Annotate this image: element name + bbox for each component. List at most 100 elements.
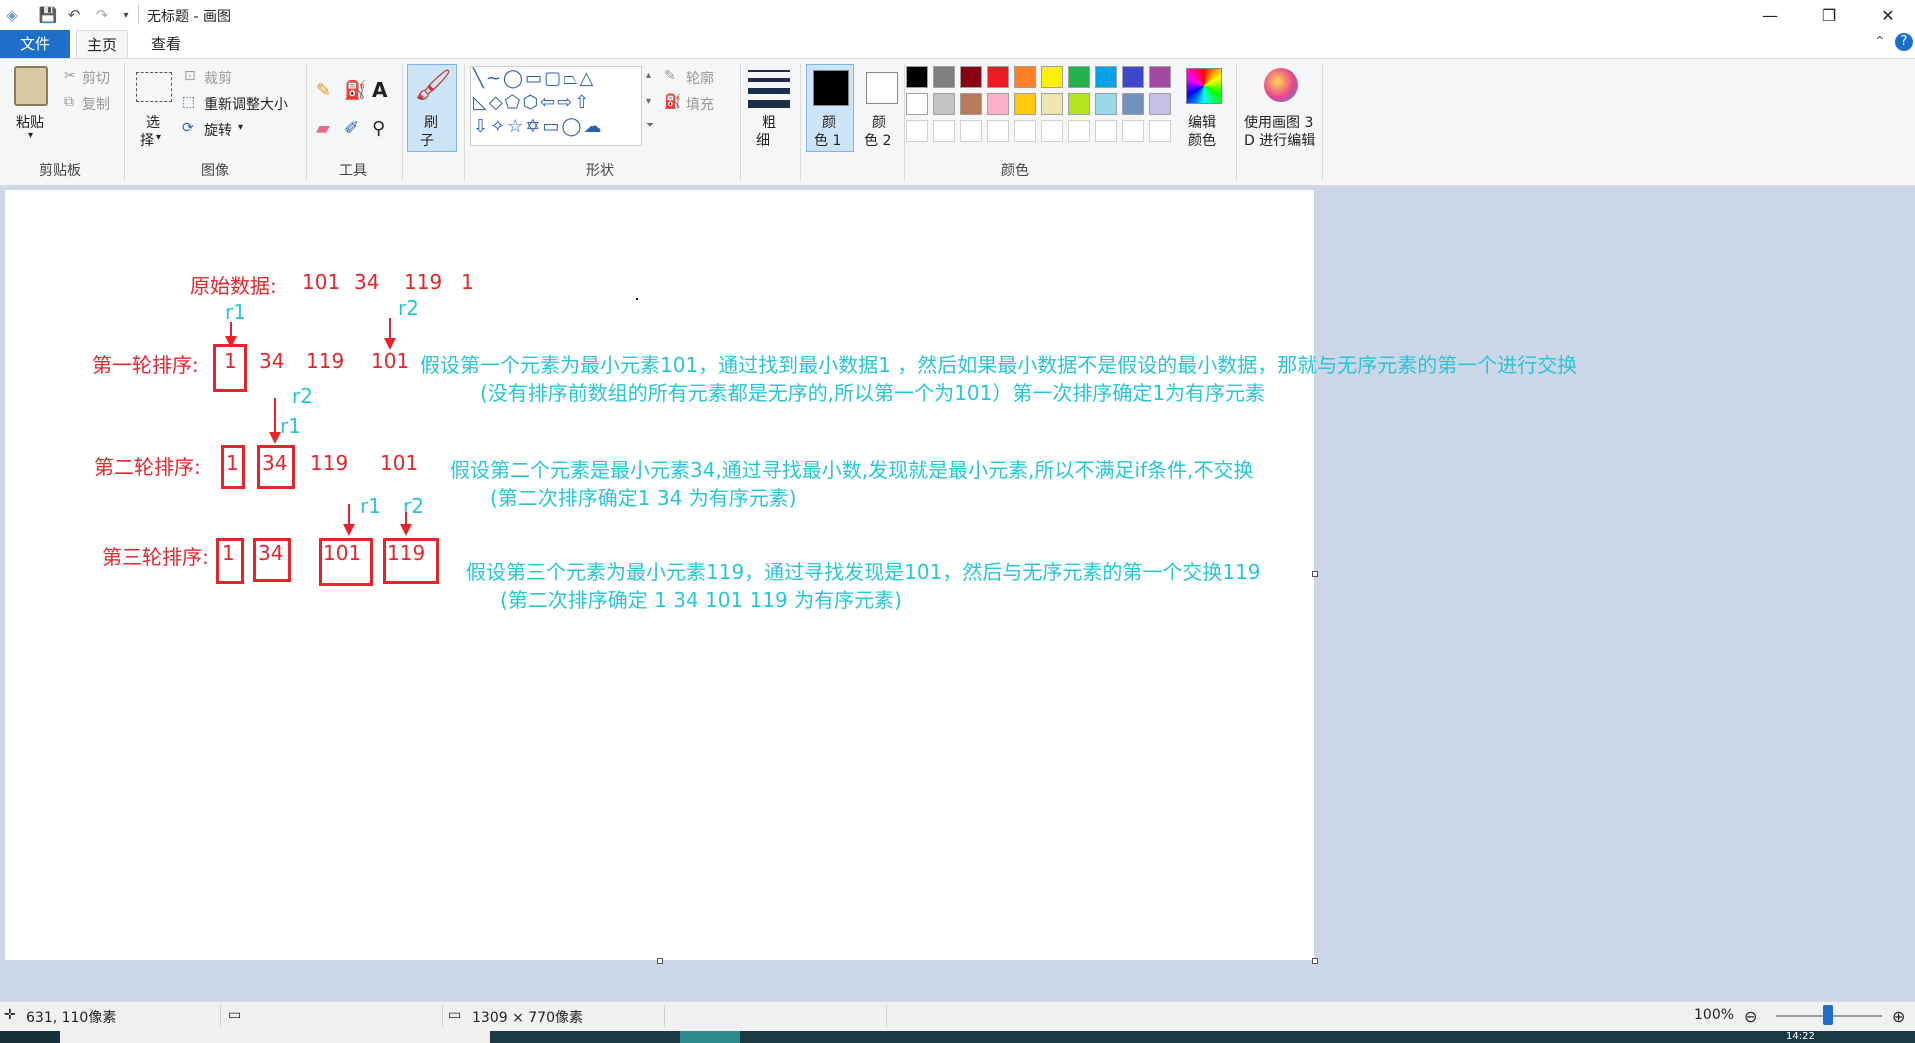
maximize-button[interactable]: ❐ [1806,0,1852,30]
palette-color-swatch[interactable] [1122,66,1144,88]
palette-custom-swatch[interactable] [1095,120,1117,142]
customize-quick-access-icon[interactable]: ▾ [116,5,136,25]
palette-color-swatch[interactable] [1068,93,1090,115]
r2-arrow-head [400,524,412,536]
palette-color-swatch[interactable] [960,66,982,88]
palette-color-swatch[interactable] [987,93,1009,115]
collapse-ribbon-icon[interactable]: ⌃ [1874,34,1886,50]
taskbar-search-box[interactable] [60,1031,490,1043]
zoom-out-button[interactable]: ⊖ [1744,1007,1757,1026]
edit-colors-button-line2[interactable]: 颜色 [1188,130,1216,150]
paint3d-button-line2[interactable]: D 进行编辑 [1244,130,1315,150]
resize-handle-right[interactable] [1312,571,1318,577]
help-icon[interactable]: ? [1895,33,1913,51]
redo-icon[interactable]: ↷ [92,5,112,25]
cut-button[interactable]: 剪切 [82,68,110,88]
palette-color-swatch[interactable] [1095,66,1117,88]
select-icon[interactable] [136,72,172,102]
round1-num: 1 [224,349,237,373]
shapes-expand-icon[interactable]: ⏷ [646,120,654,131]
palette-custom-swatch[interactable] [1041,120,1063,142]
edit-colors-icon[interactable] [1186,68,1222,104]
paint3d-icon[interactable] [1264,68,1298,102]
palette-color-swatch[interactable] [1068,66,1090,88]
rotate-button[interactable]: 旋转 [204,120,232,140]
size-button-line2[interactable]: 细 [756,130,770,150]
shapes-scroll-up-icon[interactable]: ▴ [646,70,651,81]
shapes-scroll-down-icon[interactable]: ▾ [646,96,651,107]
palette-custom-swatch[interactable] [1149,120,1171,142]
select-button-line2[interactable]: 择 [140,130,154,150]
shapes-gallery[interactable]: ╲∼◯▭▢⏢△ ◺◇⬠⬡⇦⇨⇧ ⇩✧☆✡▭◯☁ [470,66,642,146]
zoom-slider-thumb[interactable] [1823,1005,1833,1025]
palette-color-swatch[interactable] [1149,66,1171,88]
resize-handle-bottom[interactable] [657,958,663,964]
minimize-button[interactable]: — [1747,0,1793,30]
zoom-in-button[interactable]: ⊕ [1892,1007,1905,1026]
ribbon-separator [464,63,465,181]
color2-swatch[interactable] [866,72,898,104]
palette-color-swatch[interactable] [1122,93,1144,115]
resize-handle-corner[interactable] [1312,958,1318,964]
fill-bucket-icon[interactable]: ⛽ [344,80,366,101]
outline-button[interactable]: 轮廓 [686,68,714,88]
crop-button[interactable]: 裁剪 [204,68,232,88]
original-num: 34 [354,270,380,294]
copy-button[interactable]: 复制 [82,94,110,114]
palette-custom-swatch[interactable] [987,120,1009,142]
save-icon[interactable]: 💾 [38,5,58,25]
palette-color-swatch[interactable] [1014,66,1036,88]
text-icon[interactable]: A [372,78,387,102]
palette-color-swatch[interactable] [1149,93,1171,115]
shapes-group-label: 形状 [586,163,614,179]
paste-dropdown-icon[interactable]: ▾ [28,130,33,141]
paste-button[interactable]: 粘贴 [16,112,44,132]
round3-label: 第三轮排序: [102,545,209,569]
color-picker-icon[interactable]: ✐ [344,118,359,139]
palette-custom-swatch[interactable] [1068,120,1090,142]
palette-color-swatch[interactable] [960,93,982,115]
round1-label: 第一轮排序: [92,353,199,377]
undo-icon[interactable]: ↶ [64,5,84,25]
palette-custom-swatch[interactable] [1014,120,1036,142]
eraser-icon[interactable]: ▰ [316,118,330,139]
rotate-dropdown-icon[interactable]: ▾ [238,122,243,133]
fill-button[interactable]: 填充 [686,94,714,114]
edit-colors-button[interactable]: 编辑 [1188,112,1216,132]
palette-color-swatch[interactable] [1041,93,1063,115]
palette-color-swatch[interactable] [906,93,928,115]
round3-num: 119 [387,541,426,565]
original-data-label: 原始数据: [190,274,277,298]
select-dropdown-icon[interactable]: ▾ [156,132,161,143]
palette-color-swatch[interactable] [933,66,955,88]
color-palette [906,66,1182,150]
size-line-thick [748,88,790,94]
palette-color-swatch[interactable] [1041,66,1063,88]
palette-custom-swatch[interactable] [933,120,955,142]
palette-color-swatch[interactable] [1014,93,1036,115]
select-button[interactable]: 选 [146,112,160,132]
palette-custom-swatch[interactable] [960,120,982,142]
size-button[interactable]: 粗 [762,112,776,132]
tab-home[interactable]: 主页 [76,30,128,58]
r1-pointer-label: r1 [225,300,246,324]
paint3d-button[interactable]: 使用画图 3 [1244,112,1313,132]
magnifier-icon[interactable]: ⚲ [372,118,385,139]
pencil-icon[interactable]: ✎ [316,80,331,101]
taskbar-active-app[interactable] [680,1031,740,1043]
palette-custom-swatch[interactable] [906,120,928,142]
palette-custom-swatch[interactable] [1122,120,1144,142]
palette-color-swatch[interactable] [987,66,1009,88]
color1-label-line2: 色 1 [814,133,842,149]
paste-icon[interactable] [14,66,48,106]
tab-file[interactable]: 文件 [0,30,70,58]
clipboard-group-label: 剪贴板 [39,163,81,179]
resize-button[interactable]: 重新调整大小 [204,94,288,114]
palette-color-swatch[interactable] [933,93,955,115]
palette-color-swatch[interactable] [906,66,928,88]
palette-color-swatch[interactable] [1095,93,1117,115]
tab-view[interactable]: 查看 [140,30,192,58]
close-button[interactable]: ✕ [1865,0,1911,30]
paint-app-icon[interactable]: ◈ [2,5,22,25]
taskbar-clock: 14:22 [1786,1031,1815,1042]
